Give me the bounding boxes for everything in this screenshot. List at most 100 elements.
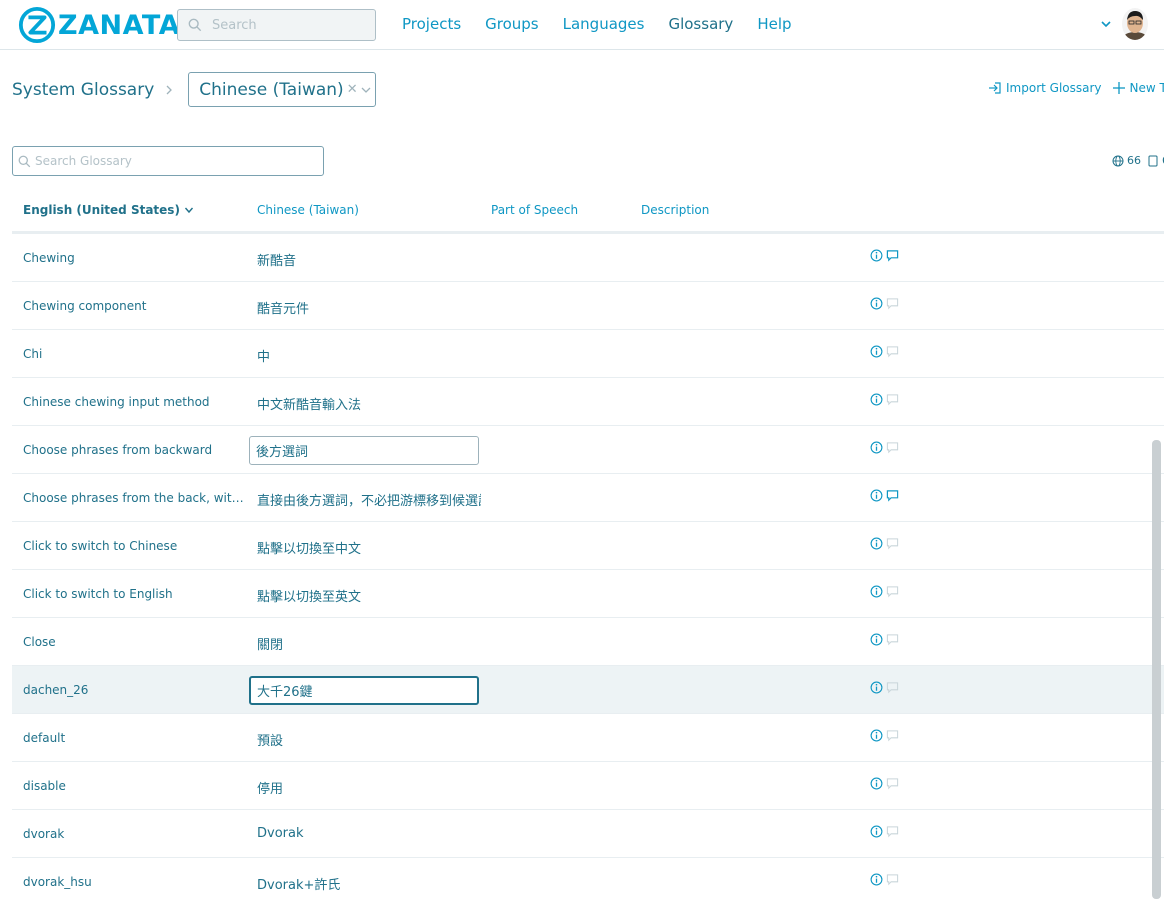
table-row[interactable]: dvorak Dvorak [12, 810, 1164, 858]
target-term[interactable]: 點擊以切換至中文 [257, 538, 481, 557]
info-icon[interactable] [870, 297, 883, 310]
table-row[interactable]: Chi 中 [12, 330, 1164, 378]
nav-groups[interactable]: Groups [485, 15, 538, 33]
info-icon[interactable] [870, 537, 883, 550]
comment-icon[interactable] [886, 393, 899, 406]
info-icon[interactable] [870, 825, 883, 838]
source-term: dvorak_hsu [23, 875, 92, 889]
source-term: Choose phrases from the back, without mo… [23, 491, 247, 505]
comment-icon[interactable] [886, 489, 899, 502]
target-term[interactable]: 預設 [257, 730, 481, 749]
target-term[interactable]: 中文新酷音輸入法 [257, 394, 481, 413]
global-search-input[interactable] [212, 17, 362, 33]
new-term-button[interactable]: New Term [1112, 81, 1164, 95]
comment-icon[interactable] [886, 585, 899, 598]
target-term[interactable]: 中 [257, 346, 481, 365]
new-term-label: New Term [1129, 81, 1164, 95]
row-actions [870, 441, 902, 454]
avatar[interactable] [1122, 8, 1148, 40]
comment-icon[interactable] [886, 537, 899, 550]
chevron-down-icon[interactable] [360, 84, 372, 96]
global-search[interactable] [177, 9, 376, 41]
table-row-selected[interactable]: dachen_26 [12, 666, 1164, 714]
glossary-search[interactable] [12, 146, 324, 176]
user-menu[interactable] [1100, 8, 1148, 40]
table-row[interactable]: Choose phrases from the back, without mo… [12, 474, 1164, 522]
glossary-table-header: English (United States) Chinese (Taiwan)… [12, 190, 1164, 234]
breadcrumb[interactable]: System Glossary [12, 80, 154, 100]
comment-icon[interactable] [886, 345, 899, 358]
row-actions [870, 681, 902, 694]
comment-icon[interactable] [886, 729, 899, 742]
info-icon[interactable] [870, 681, 883, 694]
comment-icon[interactable] [886, 249, 899, 262]
info-icon[interactable] [870, 489, 883, 502]
target-term[interactable]: 停用 [257, 778, 481, 797]
table-row[interactable]: dvorak_hsu Dvorak+許氏 [12, 858, 1164, 899]
plus-icon [1112, 82, 1125, 94]
comment-icon[interactable] [886, 441, 899, 454]
table-row[interactable]: Chewing component 酷音元件 [12, 282, 1164, 330]
locale-select-value: Chinese (Taiwan) [199, 79, 344, 100]
target-term[interactable]: 關閉 [257, 634, 481, 653]
info-icon[interactable] [870, 873, 883, 886]
glossary-table-body: Chewing 新酷音 Chewing component 酷音元件 Chi 中… [12, 234, 1164, 899]
info-icon[interactable] [870, 729, 883, 742]
info-icon[interactable] [870, 345, 883, 358]
info-icon[interactable] [870, 777, 883, 790]
row-actions [870, 585, 902, 598]
table-row[interactable]: Chinese chewing input method 中文新酷音輸入法 [12, 378, 1164, 426]
info-icon[interactable] [870, 633, 883, 646]
source-term: dvorak [23, 827, 65, 841]
table-row[interactable]: Chewing 新酷音 [12, 234, 1164, 282]
info-icon[interactable] [870, 249, 883, 262]
comment-icon[interactable] [886, 633, 899, 646]
comment-icon[interactable] [886, 297, 899, 310]
source-term: disable [23, 779, 66, 793]
target-term[interactable]: Dvorak [257, 826, 481, 841]
clear-icon[interactable]: ✕ [347, 82, 358, 97]
source-term: Chewing component [23, 299, 147, 313]
zanata-logo[interactable]: ZANATA [18, 6, 180, 44]
column-pos-header[interactable]: Part of Speech [491, 203, 578, 217]
table-row[interactable]: Choose phrases from backward [12, 426, 1164, 474]
target-term-input[interactable] [249, 676, 479, 705]
table-row[interactable]: Click to switch to English 點擊以切換至英文 [12, 570, 1164, 618]
nav-projects[interactable]: Projects [402, 15, 461, 33]
table-row[interactable]: default 預設 [12, 714, 1164, 762]
comment-icon[interactable] [886, 873, 899, 886]
source-term: Choose phrases from backward [23, 443, 213, 457]
source-term: dachen_26 [23, 683, 89, 697]
scrollbar[interactable] [1152, 440, 1161, 899]
target-term[interactable]: 酷音元件 [257, 298, 481, 317]
table-row[interactable]: Click to switch to Chinese 點擊以切換至中文 [12, 522, 1164, 570]
comment-icon[interactable] [886, 825, 899, 838]
row-actions [870, 393, 902, 406]
column-description-header[interactable]: Description [641, 203, 709, 217]
row-actions [870, 873, 902, 886]
target-term[interactable]: 新酷音 [257, 250, 481, 269]
column-source-header[interactable]: English (United States) [23, 203, 194, 217]
info-icon[interactable] [870, 585, 883, 598]
row-actions [870, 777, 902, 790]
comment-icon[interactable] [886, 681, 899, 694]
target-term-input[interactable] [249, 436, 479, 465]
import-glossary-button[interactable]: Import Glossary [988, 81, 1102, 95]
target-term[interactable]: 直接由後方選詞，不必把游標移到候選詞 [257, 490, 481, 509]
chevron-right-icon [166, 85, 173, 94]
glossary-actions: Import Glossary New Term [988, 81, 1164, 95]
nav-glossary[interactable]: Glossary [668, 15, 733, 33]
glossary-search-input[interactable] [35, 154, 315, 168]
info-icon[interactable] [870, 393, 883, 406]
info-icon[interactable] [870, 441, 883, 454]
comment-icon[interactable] [886, 777, 899, 790]
target-term[interactable]: 點擊以切換至英文 [257, 586, 481, 605]
chevron-down-icon[interactable] [1100, 18, 1112, 30]
nav-languages[interactable]: Languages [563, 15, 645, 33]
locale-select[interactable]: Chinese (Taiwan) ✕ [188, 72, 377, 107]
nav-help[interactable]: Help [757, 15, 791, 33]
table-row[interactable]: Close 關閉 [12, 618, 1164, 666]
target-term[interactable]: Dvorak+許氏 [257, 874, 481, 893]
table-row[interactable]: disable 停用 [12, 762, 1164, 810]
column-target-header[interactable]: Chinese (Taiwan) [257, 203, 359, 217]
